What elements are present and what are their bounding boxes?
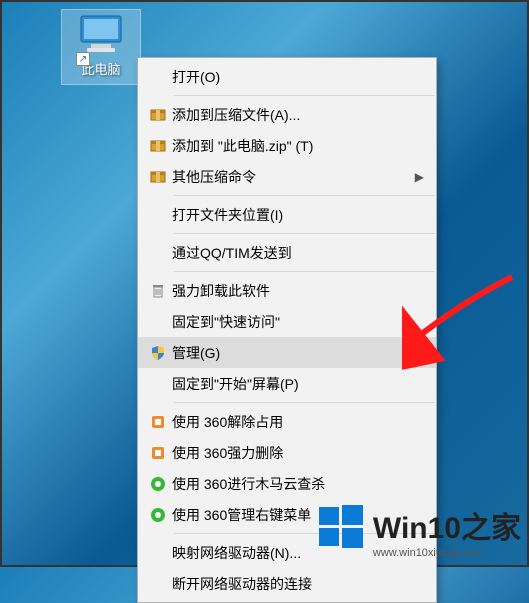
watermark: Win10之家 www.win10xitong.com [317, 503, 521, 559]
desktop-icon-label: 此电脑 [62, 59, 140, 78]
separator [174, 271, 435, 272]
menu-item-open[interactable]: 打开(O) [138, 61, 436, 92]
watermark-text: Win10之家 [373, 503, 521, 547]
menu-item-open-folder-location[interactable]: 打开文件夹位置(I) [138, 199, 436, 230]
360-green-icon [144, 507, 172, 523]
separator [174, 233, 435, 234]
watermark-url: www.win10xitong.com [373, 547, 521, 559]
menu-item-add-to-zip[interactable]: 添加到 "此电脑.zip" (T) [138, 130, 436, 161]
desktop-icon-this-pc[interactable]: ↗ 此电脑 [62, 10, 140, 84]
360-orange-icon [144, 414, 172, 430]
360-green-icon [144, 476, 172, 492]
separator [174, 402, 435, 403]
archive-icon [144, 138, 172, 154]
menu-item-force-uninstall[interactable]: 强力卸载此软件 [138, 275, 436, 306]
separator [174, 95, 435, 96]
menu-item-pin-to-start[interactable]: 固定到"开始"屏幕(P) [138, 368, 436, 399]
trash-icon [144, 283, 172, 299]
archive-icon [144, 169, 172, 185]
shield-icon [144, 345, 172, 361]
menu-item-360-release[interactable]: 使用 360解除占用 [138, 406, 436, 437]
menu-item-other-compress[interactable]: 其他压缩命令 ▶ [138, 161, 436, 192]
menu-item-disconnect-network-drive[interactable]: 断开网络驱动器的连接 [138, 568, 436, 599]
computer-icon [77, 14, 125, 57]
menu-item-360-trojan-scan[interactable]: 使用 360进行木马云查杀 [138, 468, 436, 499]
menu-item-send-qq-tim[interactable]: 通过QQ/TIM发送到 [138, 237, 436, 268]
360-orange-icon [144, 445, 172, 461]
menu-item-add-to-archive[interactable]: 添加到压缩文件(A)... [138, 99, 436, 130]
archive-icon [144, 107, 172, 123]
menu-item-360-force-delete[interactable]: 使用 360强力删除 [138, 437, 436, 468]
chevron-right-icon: ▶ [415, 170, 428, 184]
windows-logo-icon [317, 503, 365, 559]
shortcut-arrow-icon: ↗ [76, 52, 90, 66]
menu-item-manage[interactable]: 管理(G) [138, 337, 436, 368]
separator [174, 195, 435, 196]
menu-item-pin-quick-access[interactable]: 固定到"快速访问" [138, 306, 436, 337]
